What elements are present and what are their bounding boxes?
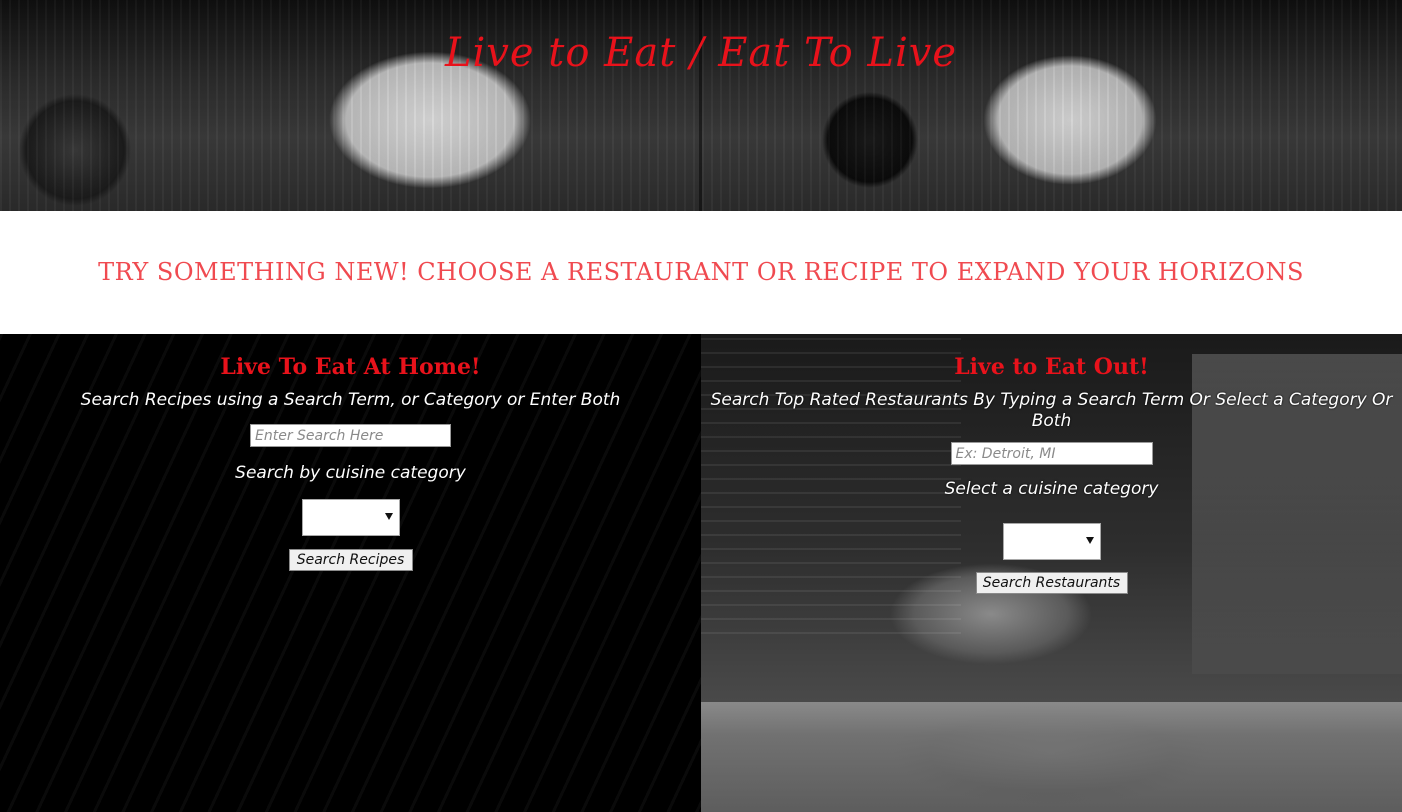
chevron-down-icon	[1085, 537, 1094, 544]
site-title: Live to Eat / Eat To Live	[444, 30, 958, 76]
tagline-text: TRY SOMETHING NEW! CHOOSE A RESTAURANT O…	[98, 258, 1304, 286]
recipe-search-form: Live To Eat At Home! Search Recipes usin…	[0, 334, 701, 571]
search-recipes-button[interactable]: Search Recipes	[288, 549, 413, 571]
recipe-category-label: Search by cuisine category	[235, 463, 466, 483]
restaurant-panel-heading: Live to Eat Out!	[954, 354, 1149, 380]
restaurant-category-select[interactable]	[1002, 523, 1101, 560]
restaurant-panel-description: Search Top Rated Restaurants By Typing a…	[710, 390, 1393, 431]
header-banner: Live to Eat / Eat To Live	[0, 0, 1402, 211]
recipe-panel-heading: Live To Eat At Home!	[220, 354, 481, 380]
recipe-search-panel: Live To Eat At Home! Search Recipes usin…	[0, 334, 701, 812]
restaurant-location-input[interactable]	[950, 442, 1153, 465]
search-restaurants-button[interactable]: Search Restaurants	[975, 572, 1128, 594]
restaurant-category-label: Select a cuisine category	[944, 479, 1159, 499]
tagline-section: TRY SOMETHING NEW! CHOOSE A RESTAURANT O…	[0, 211, 1402, 334]
restaurant-search-panel: Live to Eat Out! Search Top Rated Restau…	[701, 334, 1402, 812]
recipe-category-select[interactable]	[301, 499, 400, 536]
recipe-search-input[interactable]	[250, 424, 451, 447]
chevron-down-icon	[384, 513, 393, 520]
restaurant-panel-counter	[701, 702, 1402, 812]
restaurant-search-form: Live to Eat Out! Search Top Rated Restau…	[701, 334, 1402, 594]
recipe-panel-description: Search Recipes using a Search Term, or C…	[80, 390, 621, 410]
